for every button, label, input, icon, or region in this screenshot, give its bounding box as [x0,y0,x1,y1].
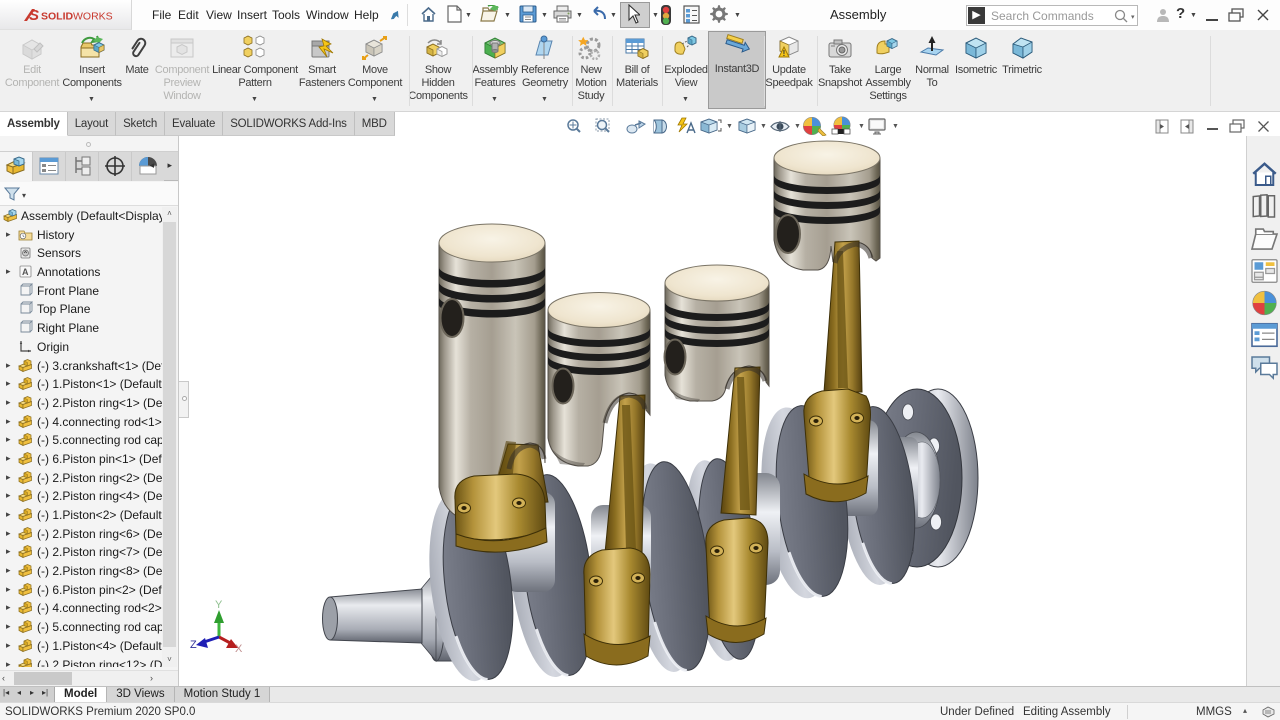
svg-text:Z: Z [190,639,197,651]
svg-text:Y: Y [215,599,223,611]
svg-text:!: ! [783,49,785,58]
svg-text:X: X [235,643,243,655]
svg-text:A: A [22,267,29,277]
